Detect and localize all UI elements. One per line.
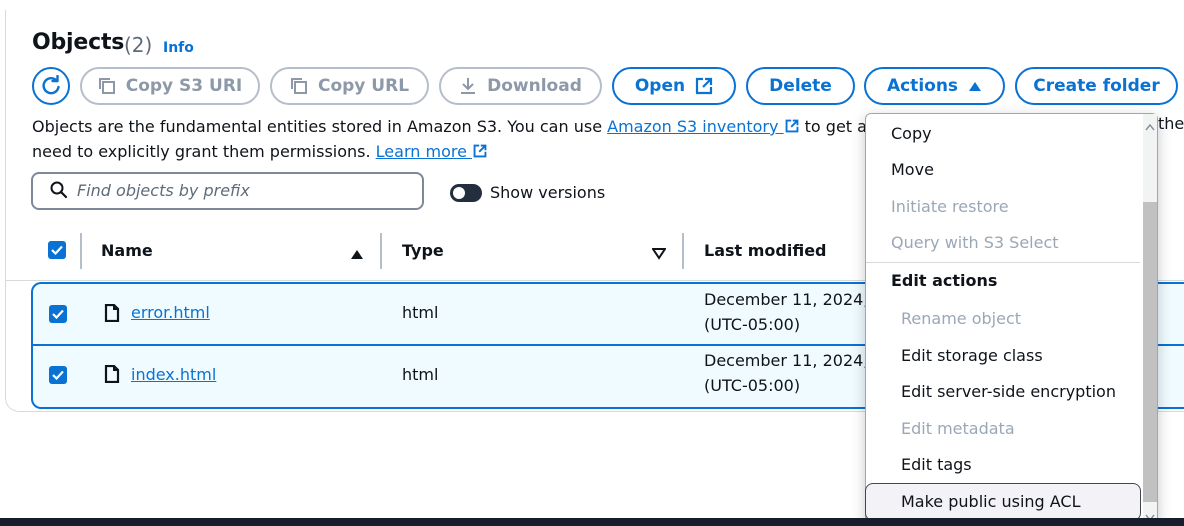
create-folder-button[interactable]: Create folder [1015,67,1178,105]
description-line-1: Objects are the fundamental entities sto… [32,117,877,136]
check-icon [52,309,64,319]
delete-label: Delete [769,76,832,96]
row-checkbox[interactable] [49,305,67,323]
last-modified-tz: (UTC-05:00) [704,315,801,334]
download-label: Download [487,76,582,96]
menu-item-edit-storage-class[interactable]: Edit storage class [901,346,1043,365]
copy-icon [290,78,307,94]
description: Objects are the fundamental entities sto… [32,114,876,164]
s3-inventory-link[interactable]: Amazon S3 inventory [607,117,799,136]
file-icon [104,303,120,326]
menu-item-edit-encryption[interactable]: Edit server-side encryption [901,382,1116,401]
search-placeholder: Find objects by prefix [77,181,250,200]
external-link-icon [785,119,798,133]
download-icon [461,78,476,94]
show-versions-label: Show versions [490,183,606,202]
copy-url-label: Copy URL [317,76,410,96]
menu-divider [866,262,1140,263]
file-icon [104,364,120,387]
object-type: html [402,303,439,322]
actions-button[interactable]: Actions [864,67,1005,105]
column-header-name[interactable]: Name [101,241,153,260]
toggle-knob [453,187,465,199]
last-modified-date: December 11, 2024, [704,351,869,370]
open-button[interactable]: Open [612,67,736,105]
learn-more-link[interactable]: Learn more [376,142,488,161]
menu-item-rename-object: Rename object [901,309,1022,328]
sort-descending-icon[interactable] [651,245,667,264]
copy-url-button[interactable]: Copy URL [270,67,429,105]
actions-label: Actions [886,76,959,96]
object-type: html [402,365,439,384]
show-versions-toggle[interactable] [450,184,482,202]
open-label: Open [634,76,686,96]
select-all-checkbox[interactable] [48,241,66,259]
create-folder-label: Create folder [1033,76,1160,96]
caret-up-icon [969,82,982,91]
column-divider [80,233,82,269]
description-line-2: need to explicitly grant them permission… [32,139,876,164]
menu-item-move[interactable]: Move [891,160,934,179]
object-name-link[interactable]: index.html [131,365,216,384]
external-link-icon [473,144,487,158]
external-link-icon [696,77,713,95]
column-divider [682,233,684,269]
menu-item-query-s3-select: Query with S3 Select [891,233,1059,252]
menu-group-edit-actions: Edit actions [891,271,998,290]
menu-item-edit-tags[interactable]: Edit tags [901,455,972,474]
column-header-type[interactable]: Type [402,241,444,260]
scroll-up-arrow[interactable] [1145,116,1155,135]
bottom-bar [0,518,1184,526]
object-count: (2) [124,33,153,57]
column-header-last-modified[interactable]: Last modified [704,241,827,260]
menu-item-copy[interactable]: Copy [891,124,932,143]
last-modified-tz: (UTC-05:00) [704,376,801,395]
column-divider [380,233,382,269]
sort-ascending-icon[interactable] [350,245,364,264]
row-checkbox[interactable] [49,366,67,384]
copy-s3-uri-label: Copy S3 URI [125,76,243,96]
delete-button[interactable]: Delete [746,67,855,105]
download-button[interactable]: Download [439,67,602,105]
info-link[interactable]: Info [163,40,194,56]
menu-item-initiate-restore: Initiate restore [891,197,1009,216]
page-title: Objects [32,30,125,55]
refresh-button[interactable] [32,67,70,105]
check-icon [51,245,63,255]
menu-item-make-public-acl[interactable]: Make public using ACL [901,492,1081,511]
object-name-link[interactable]: error.html [131,303,210,322]
description-overflow-text: the [1158,114,1184,133]
check-icon [52,370,64,380]
copy-icon [98,78,115,94]
refresh-icon [42,75,60,95]
search-icon [50,181,68,203]
menu-scrollbar-thumb[interactable] [1143,202,1157,502]
last-modified-date: December 11, 2024, [704,290,869,309]
copy-s3-uri-button[interactable]: Copy S3 URI [80,67,260,105]
menu-item-edit-metadata: Edit metadata [901,419,1015,438]
